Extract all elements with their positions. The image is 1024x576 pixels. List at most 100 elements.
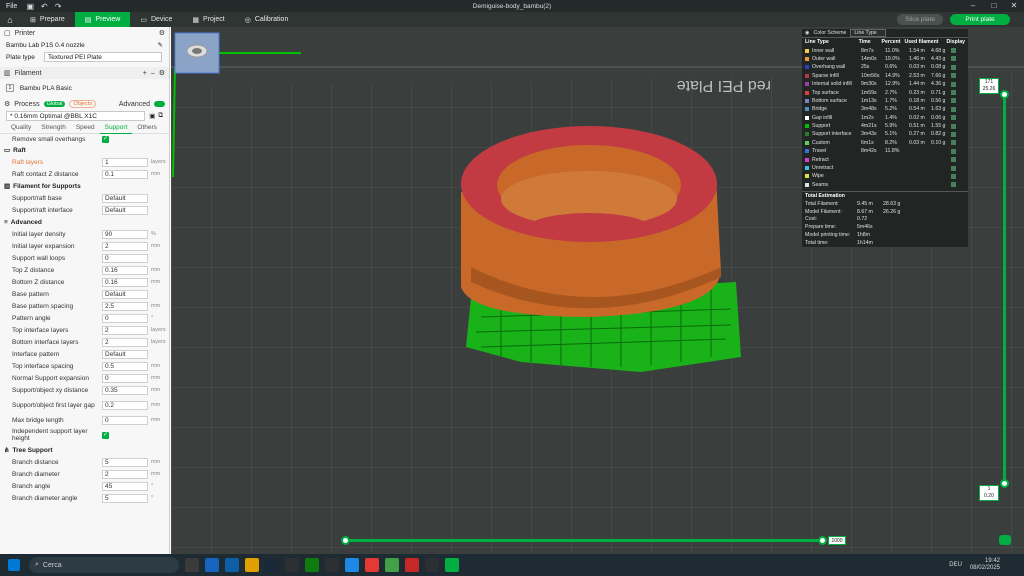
legend-row[interactable]: Inner wall 8m7s 11.0% 1.54 m 4.68 g — [802, 46, 968, 54]
display-toggle[interactable] — [951, 90, 956, 96]
support-raft-base-select[interactable]: Default — [102, 193, 148, 203]
legend-row[interactable]: Bridge 3m48s 5.2% 0.54 m 1.63 g — [802, 105, 968, 113]
advanced-setting-input[interactable]: 0.2 — [102, 400, 148, 410]
process-preset-select[interactable]: * 0.16mm Optimal @BBL X1C — [6, 111, 146, 121]
move-slider-end-handle[interactable] — [818, 536, 827, 545]
printer-name[interactable]: Bambu Lab P1S 0.4 nozzle — [6, 42, 85, 49]
clock[interactable]: 19:42 08/02/2025 — [970, 558, 1000, 572]
home-icon[interactable]: ⌂ — [0, 12, 20, 27]
display-toggle[interactable] — [951, 106, 956, 112]
redo-icon[interactable]: ↷ — [51, 2, 65, 11]
remove-filament-icon[interactable]: – — [151, 70, 155, 77]
advanced-setting-input[interactable]: 0 — [102, 415, 148, 425]
tree-setting-input[interactable]: 45 — [102, 481, 148, 491]
remove-small-overhangs-checkbox[interactable]: ✓ — [102, 135, 109, 143]
display-toggle[interactable] — [951, 140, 956, 146]
raft-layers-input[interactable]: 1 — [102, 157, 148, 167]
file-menu[interactable]: File — [0, 3, 23, 10]
display-toggle[interactable] — [951, 123, 956, 129]
display-toggle[interactable] — [951, 131, 956, 137]
tab-device[interactable]: ▭ Device — [130, 12, 182, 27]
minimize-icon[interactable]: – — [962, 0, 984, 12]
legend-row[interactable]: Custom 6m1s 8.2% 0.03 m 0.10 g — [802, 139, 968, 147]
tab-preview[interactable]: ▤ Preview — [74, 12, 131, 27]
color-scheme-select[interactable]: Line Type — [850, 29, 886, 37]
add-filament-icon[interactable]: + — [143, 70, 147, 77]
advanced-setting-input[interactable]: 2.5 — [102, 301, 148, 311]
display-toggle[interactable] — [951, 182, 956, 188]
advanced-setting-input[interactable]: Default — [102, 349, 148, 359]
legend-row[interactable]: Retract — [802, 155, 968, 163]
legend-row[interactable]: Unretract — [802, 164, 968, 172]
display-toggle[interactable] — [951, 73, 956, 79]
legend-row[interactable]: Support 4m21s 5.9% 0.51 m 1.55 g — [802, 122, 968, 130]
advanced-setting-input[interactable]: 90 — [102, 229, 148, 239]
word-icon[interactable] — [345, 558, 359, 572]
display-toggle[interactable] — [951, 173, 956, 179]
move-slider-track[interactable] — [345, 539, 822, 542]
tab-quality[interactable]: Quality — [6, 122, 36, 134]
app-icon-3[interactable] — [385, 558, 399, 572]
display-toggle[interactable] — [951, 165, 956, 171]
bambu-studio-icon[interactable] — [445, 558, 459, 572]
display-toggle[interactable] — [951, 157, 956, 163]
legend-row[interactable]: Seams — [802, 181, 968, 189]
advanced-setting-input[interactable]: 0.35 — [102, 385, 148, 395]
tab-prepare[interactable]: ⊞ Prepare — [20, 12, 75, 27]
print-plate-button[interactable]: Print plate — [950, 14, 1010, 25]
app-icon-5[interactable] — [425, 558, 439, 572]
advanced-setting-input[interactable]: 0.16 — [102, 277, 148, 287]
tab-project[interactable]: ▦ Project — [182, 12, 234, 27]
display-toggle[interactable] — [951, 64, 956, 70]
legend-row[interactable]: Top surface 1m59s 2.7% 0.23 m 0.71 g — [802, 88, 968, 96]
task-view-icon[interactable] — [185, 558, 199, 572]
xbox-icon[interactable] — [305, 558, 319, 572]
printer-settings-icon[interactable]: ⚙ — [159, 29, 165, 37]
legend-row[interactable]: Travel 8m42s 11.8% — [802, 147, 968, 155]
legend-row[interactable]: Internal solid infill 9m30s 12.9% 1.44 m 4.3… — [802, 80, 968, 88]
layer-slider-track[interactable] — [1003, 96, 1006, 482]
legend-row[interactable]: Bottom surface 1m13s 1.7% 0.18 m 0.56 g — [802, 97, 968, 105]
display-toggle[interactable] — [951, 81, 956, 87]
language-indicator[interactable]: DEU — [949, 562, 962, 568]
legend-row[interactable]: Outer wall 14m0s 19.0% 1.46 m 4.43 g — [802, 55, 968, 63]
advanced-setting-input[interactable]: 0 — [102, 253, 148, 263]
tree-setting-input[interactable]: 5 — [102, 457, 148, 467]
legend-row[interactable]: Gap infill 1m2s 1.4% 0.02 m 0.06 g — [802, 114, 968, 122]
display-toggle[interactable] — [951, 98, 956, 104]
advanced-setting-input[interactable]: 2 — [102, 337, 148, 347]
filament-settings-icon[interactable]: ⚙ — [159, 69, 165, 77]
filament-select[interactable]: Bambu PLA Basic — [17, 83, 163, 93]
legend-row[interactable]: Wipe — [802, 172, 968, 180]
undo-icon[interactable]: ↶ — [37, 2, 51, 11]
advanced-setting-input[interactable]: 0 — [102, 313, 148, 323]
layer-slider-top-handle[interactable] — [1000, 90, 1009, 99]
tab-others[interactable]: Others — [132, 122, 162, 134]
tree-setting-input[interactable]: 5 — [102, 493, 148, 503]
app-icon-4[interactable] — [405, 558, 419, 572]
tab-speed[interactable]: Speed — [71, 122, 100, 134]
objects-toggle[interactable]: Objects — [69, 100, 97, 108]
edge-icon[interactable] — [205, 558, 219, 572]
display-toggle[interactable] — [951, 56, 956, 62]
legend-row[interactable]: Support interface 3m43s 5.1% 0.27 m 0.82 g — [802, 130, 968, 138]
explorer-icon[interactable] — [245, 558, 259, 572]
chrome-icon[interactable] — [365, 558, 379, 572]
legend-row[interactable]: Overhang wall 25s 0.6% 0.03 m 0.08 g — [802, 63, 968, 71]
layer-settings-icon[interactable] — [999, 535, 1011, 545]
layer-slider-bottom-handle[interactable] — [1000, 479, 1009, 488]
start-icon[interactable] — [8, 559, 20, 571]
close-icon[interactable]: ✕ — [1003, 0, 1024, 12]
advanced-setting-input[interactable]: 0 — [102, 373, 148, 383]
support-raft-interface-select[interactable]: Default — [102, 205, 148, 215]
tab-support[interactable]: Support — [99, 122, 133, 134]
save-icon[interactable]: ▣ — [23, 2, 37, 11]
advanced-setting-input[interactable]: 0.16 — [102, 265, 148, 275]
app-icon-2[interactable] — [325, 558, 339, 572]
advanced-setting-input[interactable]: 2 — [102, 325, 148, 335]
tab-calibration[interactable]: ◎ Calibration — [235, 12, 299, 27]
outlook-icon[interactable] — [225, 558, 239, 572]
display-toggle[interactable] — [951, 115, 956, 121]
move-slider-start-handle[interactable] — [341, 536, 350, 545]
save-preset-icon[interactable]: ▣ — [149, 112, 155, 120]
